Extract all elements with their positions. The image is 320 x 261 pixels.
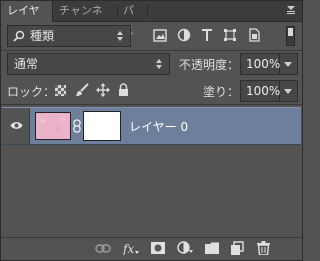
lock-transparent-pixels-icon[interactable] bbox=[55, 85, 66, 96]
tab-layers[interactable]: レイヤー bbox=[1, 1, 53, 37]
lock-position-move-icon[interactable] bbox=[96, 83, 110, 97]
eye-icon bbox=[10, 122, 23, 129]
fill-input[interactable]: 100% bbox=[240, 80, 280, 102]
svg-text:fx: fx bbox=[123, 242, 134, 255]
filter-toggle-knob bbox=[288, 28, 293, 36]
opacity-label: 不透明度： bbox=[179, 58, 240, 72]
layer-style-fx-icon[interactable]: fx bbox=[123, 242, 139, 255]
search-icon bbox=[13, 30, 25, 42]
tab-bar: レイヤー チャンネル パス bbox=[1, 1, 302, 37]
divider bbox=[1, 50, 302, 51]
opacity-input[interactable]: 100% bbox=[240, 53, 280, 75]
mask-link-chain-icon[interactable] bbox=[73, 119, 81, 133]
new-group-folder-icon[interactable] bbox=[205, 242, 219, 254]
adjustment-layer-filter-icon[interactable] bbox=[177, 28, 191, 42]
filter-kind-select[interactable]: 種類 bbox=[7, 25, 131, 47]
type-layer-filter-icon[interactable] bbox=[201, 28, 213, 42]
blend-mode-select[interactable]: 通常 bbox=[7, 53, 170, 75]
tab-channels[interactable]: チャンネル bbox=[53, 1, 118, 37]
tab-paths[interactable]: パス bbox=[117, 1, 148, 37]
pixel-layer-filter-icon[interactable] bbox=[153, 29, 167, 42]
filter-toggle-switch[interactable] bbox=[286, 26, 295, 46]
new-adjustment-layer-icon[interactable] bbox=[177, 241, 193, 255]
chevron-down-icon bbox=[284, 89, 292, 94]
panel-menu-icon[interactable] bbox=[285, 4, 297, 16]
lock-row: ロック： 塗り： 100% bbox=[7, 80, 298, 102]
visibility-toggle[interactable] bbox=[2, 108, 30, 144]
bottom-toolbar: fx bbox=[1, 237, 302, 260]
chevron-down-icon bbox=[284, 62, 292, 67]
updown-arrows-icon bbox=[156, 59, 162, 69]
layer-row[interactable]: レイヤー 0 bbox=[2, 107, 301, 145]
filter-kind-value: 種類 bbox=[30, 29, 55, 43]
new-layer-icon[interactable] bbox=[231, 241, 244, 255]
tab-separator bbox=[147, 5, 148, 17]
filter-row: 種類 bbox=[7, 25, 298, 47]
lock-all-icon[interactable] bbox=[118, 83, 129, 97]
layer-mask-thumbnail[interactable] bbox=[83, 111, 121, 141]
smart-object-filter-icon[interactable] bbox=[247, 28, 261, 42]
blend-row: 通常 不透明度： 100% bbox=[7, 53, 298, 75]
layer-list: レイヤー 0 bbox=[2, 105, 301, 237]
add-layer-mask-icon[interactable] bbox=[151, 242, 165, 254]
fill-dropdown[interactable] bbox=[280, 80, 298, 102]
blend-mode-value: 通常 bbox=[14, 57, 39, 71]
updown-arrows-icon bbox=[117, 31, 123, 41]
lock-label: ロック： bbox=[7, 85, 56, 99]
layers-panel: レイヤー チャンネル パス 種類 bbox=[0, 0, 303, 261]
opacity-dropdown[interactable] bbox=[280, 53, 298, 75]
shape-layer-filter-icon[interactable] bbox=[223, 28, 237, 42]
layer-name[interactable]: レイヤー 0 bbox=[129, 118, 188, 135]
trash-icon[interactable] bbox=[257, 241, 270, 255]
layer-thumbnail[interactable] bbox=[35, 112, 71, 140]
link-layers-icon[interactable] bbox=[95, 243, 111, 254]
lock-image-pixels-brush-icon[interactable] bbox=[75, 83, 89, 97]
fill-label: 塗り： bbox=[203, 85, 240, 99]
